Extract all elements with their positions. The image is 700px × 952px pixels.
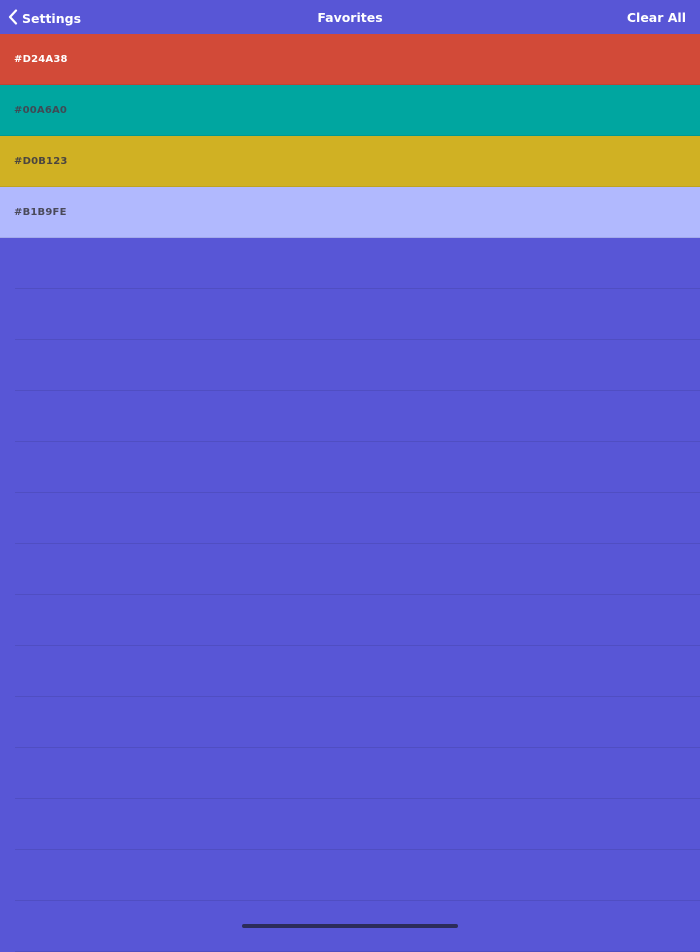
color-hex-label: #D24A38 [14,53,68,65]
empty-row-separator [15,595,700,646]
empty-row-separator [15,697,700,748]
empty-row-separator [15,238,700,289]
color-hex-label: #00A6A0 [14,104,68,116]
home-indicator[interactable] [242,924,458,928]
navigation-bar: Settings Favorites Clear All [0,0,700,34]
favorite-color-row[interactable]: #00A6A0 [0,85,700,136]
color-hex-label: #B1B9FE [14,206,67,218]
empty-row-separator [15,544,700,595]
favorites-list: #D24A38 #00A6A0 #D0B123 #B1B9FE [0,34,700,952]
page-title: Favorites [317,10,383,25]
empty-row-separator [15,442,700,493]
empty-row-separator [15,493,700,544]
empty-row-separator [15,646,700,697]
favorite-color-row[interactable]: #D0B123 [0,136,700,187]
clear-all-button[interactable]: Clear All [627,10,686,25]
empty-row-separator [15,799,700,850]
empty-row-separator [15,748,700,799]
color-hex-label: #D0B123 [14,155,68,167]
empty-row-separator [15,850,700,901]
empty-row-separator [15,340,700,391]
empty-row-separator [15,391,700,442]
favorite-color-row[interactable]: #B1B9FE [0,187,700,238]
favorite-color-row[interactable]: #D24A38 [0,34,700,85]
empty-row-separator [15,289,700,340]
